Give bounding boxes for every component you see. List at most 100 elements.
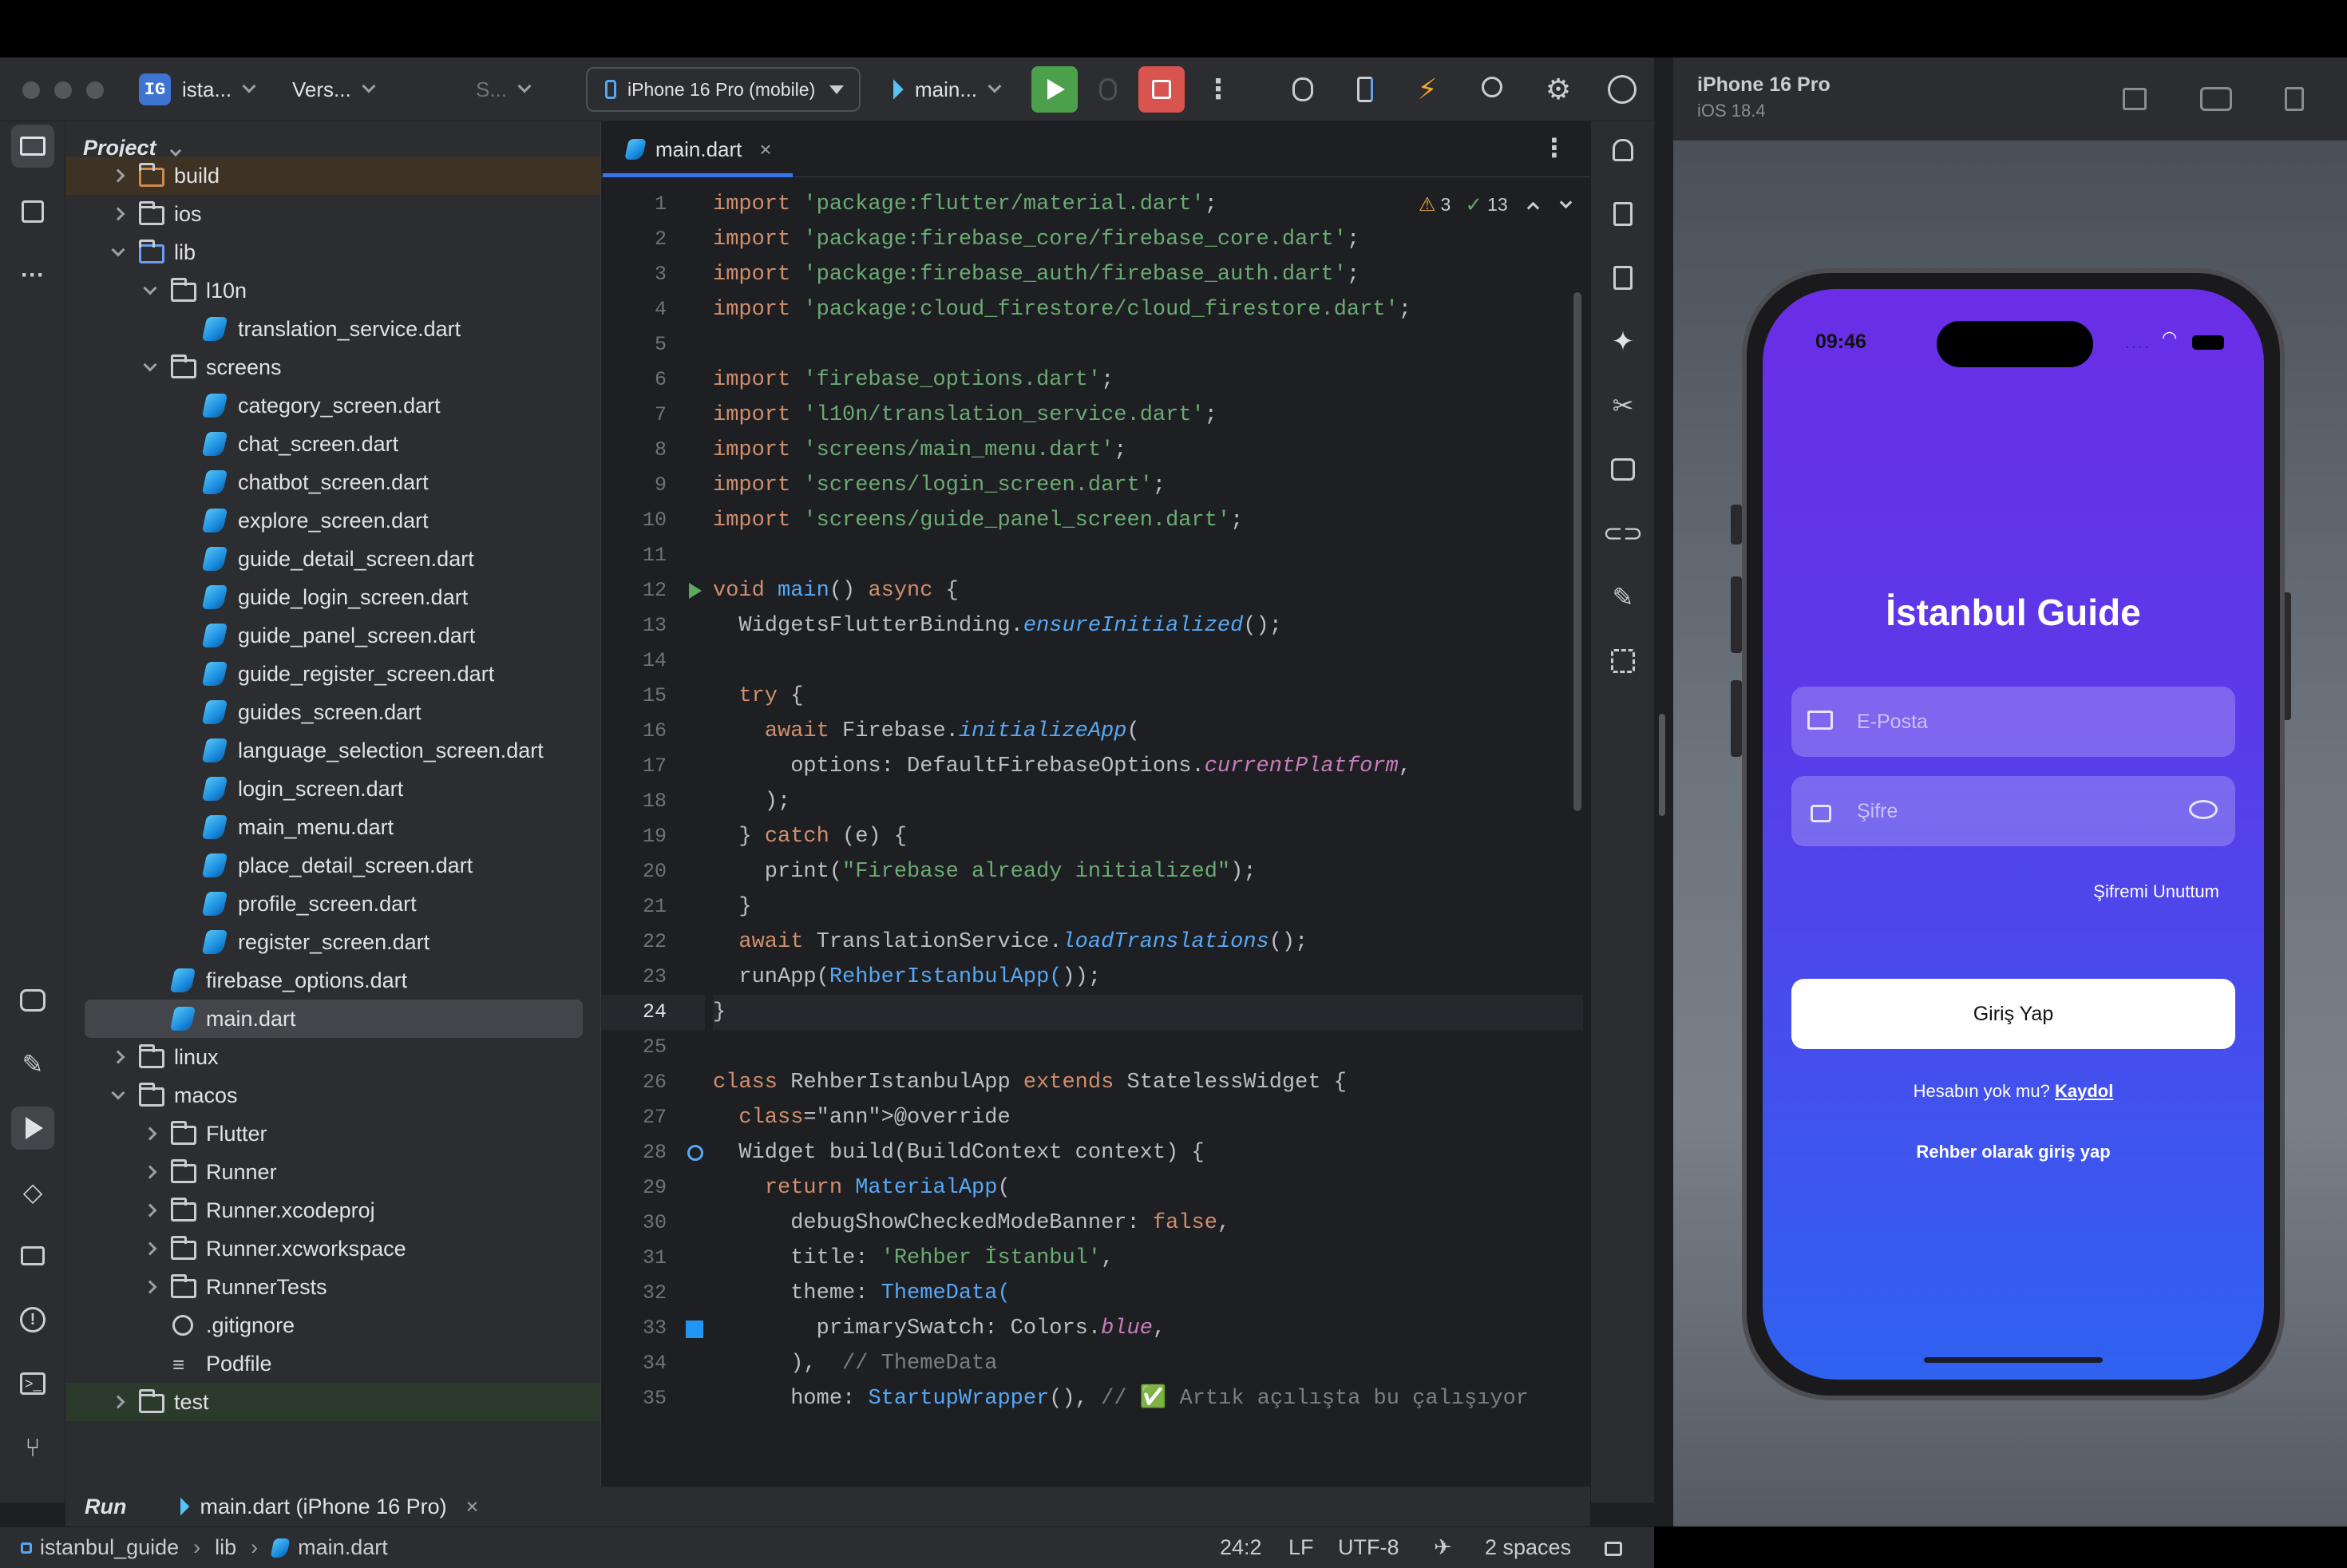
run-tool-button[interactable] [11,1107,54,1150]
rotate-button[interactable] [2280,85,2309,113]
tree-file-row[interactable]: place_detail_screen.dart [65,846,600,885]
flutter-inspector-button[interactable]: ✎ [11,1043,54,1086]
tree-folder-row[interactable]: Flutter [65,1115,600,1153]
override-gutter-icon[interactable] [687,1145,703,1161]
line-separator[interactable]: LF [1288,1535,1314,1560]
project-tool-button[interactable] [11,125,54,168]
tree-file-row[interactable]: chat_screen.dart [65,425,600,463]
close-icon[interactable]: × [759,137,771,162]
tree-file-row[interactable]: guides_screen.dart [65,693,600,731]
search-everywhere-button[interactable] [1477,72,1512,107]
tree-file-row[interactable]: translation_service.dart [65,310,600,348]
terminal-tool-button[interactable]: >_ [11,1362,54,1405]
breadcrumb-file[interactable]: main.dart [298,1535,388,1560]
file-encoding[interactable]: UTF-8 [1338,1535,1399,1560]
project-widget[interactable]: IG ista... [139,57,256,121]
tree-file-row[interactable]: guide_register_screen.dart [65,655,600,693]
register-link[interactable]: Kaydol [2055,1081,2113,1101]
password-field[interactable]: Şifre [1791,776,2235,846]
links-button[interactable]: ⊂⊃ [1603,516,1643,551]
more-tools-button[interactable]: ··· [11,254,54,297]
lock-icon[interactable] [1605,1542,1622,1556]
breadcrumb-folder[interactable]: lib [215,1535,236,1560]
settings-button[interactable]: ⚙ [1541,72,1576,107]
device-manager-button[interactable] [1348,72,1383,107]
screenshot-button[interactable] [2199,85,2234,113]
device-selector[interactable]: iPhone 16 Pro (mobile) [586,67,861,112]
tree-folder-row[interactable]: Runner.xcodeproj [65,1191,600,1229]
tree-folder-row[interactable]: ios [65,195,600,233]
tree-file-row[interactable]: guide_detail_screen.dart [65,540,600,578]
tree-folder-row[interactable]: test [65,1383,600,1421]
chevron-right-icon[interactable] [111,207,125,221]
dart-analysis-button[interactable] [11,1234,54,1277]
tree-file-row[interactable]: guide_login_screen.dart [65,578,600,616]
notifications-button[interactable] [1605,133,1641,168]
debug-button[interactable] [1090,72,1126,107]
caret-position[interactable]: 24:2 [1220,1535,1262,1560]
git-tool-button[interactable]: ⑂ [11,1426,54,1469]
tree-file-row[interactable]: register_screen.dart [65,923,600,961]
tree-file-row[interactable]: firebase_options.dart [65,961,600,1000]
inspection-widget[interactable]: ⚠ 3 ✓ 13 [1419,187,1572,222]
breadcrumb-project[interactable]: istanbul_guide [40,1535,179,1560]
chevron-down-icon[interactable] [111,1086,125,1100]
home-button[interactable] [2120,85,2149,113]
more-actions-button[interactable]: ⋮ [1201,72,1236,107]
run-tab[interactable]: main.dart (iPhone 16 Pro) × [172,1495,478,1519]
chevron-down-icon[interactable] [111,243,125,257]
guide-login-link[interactable]: Rehber olarak giriş yap [1763,1142,2264,1162]
tree-folder-row[interactable]: macos [65,1076,600,1115]
tree-file-row[interactable]: ≡ Podfile [65,1344,600,1383]
tree-folder-row[interactable]: screens [65,348,600,386]
ai-status-icon[interactable]: ✈ [1434,1535,1452,1560]
tree-file-row[interactable]: guide_panel_screen.dart [65,616,600,655]
ai-assistant-button[interactable]: ✦ [1605,324,1641,359]
gradle-button[interactable] [1605,196,1641,232]
tab-options-button[interactable]: ⋮ [1542,133,1567,163]
email-field[interactable]: E-Posta [1791,687,2235,757]
clipboard-button[interactable] [1605,260,1641,295]
hot-reload-button[interactable]: ⚡ [1410,72,1445,107]
search-widget[interactable]: S... [476,57,532,121]
tab-main-dart[interactable]: main.dart × [601,121,793,177]
attach-debugger-button[interactable] [1285,72,1320,107]
tree-folder-row[interactable]: lib [65,233,600,271]
tree-file-row[interactable]: .gitignore [65,1306,600,1344]
vcs-widget[interactable]: Vers... [292,57,376,121]
tree-file-row[interactable]: category_screen.dart [65,386,600,425]
visibility-off-icon[interactable] [2189,800,2218,819]
run-gutter-icon[interactable] [689,583,702,599]
performance-tool-button[interactable]: ◇ [11,1170,54,1214]
chevron-right-icon[interactable] [111,1050,125,1064]
stop-button[interactable] [1138,66,1185,113]
chevron-right-icon[interactable] [143,1203,157,1218]
tree-folder-row[interactable]: Runner.xcworkspace [65,1229,600,1268]
tree-file-row[interactable]: chatbot_screen.dart [65,463,600,501]
login-button[interactable]: Giriş Yap [1791,979,2235,1049]
tree-folder-row[interactable]: build [65,156,600,195]
layout-inspector-button[interactable] [1605,643,1641,679]
services-tool-button[interactable] [11,979,54,1022]
code-area[interactable]: import 'package:flutter/material.dart'; i… [713,187,1583,1416]
tree-file-row[interactable]: main.dart [65,1000,600,1038]
window-close-button[interactable] [22,81,40,99]
run-config-selector[interactable]: main... [883,57,1002,121]
device-explorer-button[interactable] [1605,452,1641,487]
edit-button[interactable]: ✎ [1605,580,1641,615]
indent-setting[interactable]: 2 spaces [1485,1535,1571,1560]
splitter[interactable] [1654,57,1673,1526]
window-minimize-button[interactable] [54,81,72,99]
chevron-right-icon[interactable] [111,1395,125,1409]
problems-tool-button[interactable]: ! [11,1298,54,1341]
color-swatch-icon[interactable] [686,1321,703,1338]
splitter-handle[interactable] [1659,714,1665,816]
tools-button[interactable]: ✂ [1605,388,1641,423]
tree-file-row[interactable]: main_menu.dart [65,808,600,846]
structure-tool-button[interactable] [11,190,54,233]
tree-folder-row[interactable]: linux [65,1038,600,1076]
run-button[interactable] [1031,66,1078,113]
chevron-right-icon[interactable] [143,1280,157,1294]
chevron-right-icon[interactable] [111,168,125,183]
chevron-right-icon[interactable] [143,1127,157,1141]
